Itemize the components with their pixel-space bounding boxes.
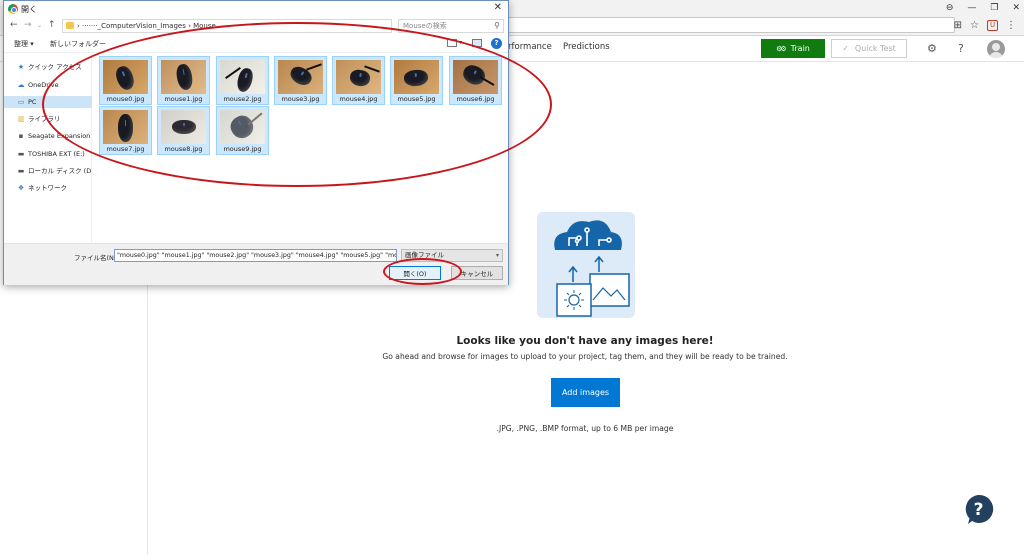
- preview-pane-icon[interactable]: [472, 39, 482, 47]
- nav-item-onedrive[interactable]: ☁ OneDrive: [4, 79, 92, 91]
- file-item[interactable]: mouse1.jpg: [157, 56, 210, 105]
- drive-icon: ▪: [18, 132, 24, 140]
- add-images-button[interactable]: Add images: [551, 378, 620, 407]
- settings-gear-icon[interactable]: ⚙: [927, 42, 937, 55]
- forward-arrow-icon[interactable]: →: [24, 20, 32, 30]
- quick-test-button[interactable]: ✓ Quick Test: [831, 39, 907, 58]
- nav-item-pc[interactable]: ▭ PC: [4, 96, 92, 108]
- nav-item-library[interactable]: ▥ ライブラリ: [4, 113, 92, 125]
- dialog-nav-pane: ★ クイック アクセス ☁ OneDrive ▭ PC ▥ ライブラリ ▪ Seagate…: [4, 53, 92, 243]
- drive-icon: ▬: [17, 150, 25, 158]
- dialog-title-bar: 開く ✕: [4, 1, 508, 17]
- file-item[interactable]: mouse3.jpg: [274, 56, 327, 105]
- network-icon: ❖: [17, 184, 25, 192]
- close-window-icon[interactable]: ✕: [1012, 3, 1020, 13]
- dialog-bottom-bar: ファイル名(N): "mouse0.jpg" "mouse1.jpg" "mou…: [4, 243, 508, 285]
- chrome-logo-icon: [8, 4, 18, 14]
- chevron-down-icon: ▾: [495, 252, 499, 259]
- monitor-icon: ▭: [17, 98, 25, 106]
- path-text: › ·······_ComputerVision_Images › Mouse: [77, 22, 216, 30]
- train-label: Train: [790, 44, 810, 53]
- cloud-icon: ☁: [17, 81, 25, 89]
- filename-input[interactable]: "mouse0.jpg" "mouse1.jpg" "mouse2.jpg" "…: [114, 249, 397, 262]
- menu-icon[interactable]: ⋮: [1006, 20, 1016, 31]
- up-arrow-icon[interactable]: ↑: [48, 20, 56, 30]
- file-item[interactable]: mouse8.jpg: [157, 106, 210, 155]
- svg-text:?: ?: [974, 500, 984, 520]
- dialog-title: 開く: [21, 5, 37, 14]
- format-note: .JPG, .PNG, .BMP format, up to 6 MB per …: [496, 424, 674, 433]
- new-folder-button[interactable]: 新しいフォルダー: [50, 39, 106, 49]
- extension-icon[interactable]: U: [987, 19, 998, 31]
- search-placeholder: Mouseの検索: [403, 22, 447, 30]
- avatar[interactable]: [987, 40, 1005, 58]
- tab-performance[interactable]: rformance: [508, 42, 552, 52]
- nav-item-network[interactable]: ❖ ネットワーク: [4, 182, 92, 194]
- nav-item-seagate[interactable]: ▪Seagate Expansion Drive: [4, 130, 92, 142]
- empty-images-illustration: [537, 212, 635, 318]
- window-controls: ⊖ — ❐ ✕: [946, 0, 1020, 15]
- view-dropdown-icon[interactable]: ▾: [459, 39, 462, 46]
- file-item[interactable]: mouse6.jpg: [449, 56, 502, 105]
- dialog-address-row: ← → ⌄ ↑ › ·······_ComputerVision_Images …: [4, 17, 508, 35]
- dialog-path-box[interactable]: › ·······_ComputerVision_Images › Mouse: [62, 19, 392, 33]
- dialog-help-icon[interactable]: ?: [491, 38, 502, 49]
- file-open-dialog: 開く ✕ ← → ⌄ ↑ › ·······_ComputerVision_Im…: [3, 0, 509, 285]
- tab-predictions[interactable]: Predictions: [563, 42, 610, 52]
- open-button[interactable]: 開く(O): [389, 266, 441, 280]
- account-icon[interactable]: ⊖: [946, 3, 954, 13]
- check-icon: ✓: [842, 44, 849, 53]
- organize-button[interactable]: 整理 ▾: [14, 39, 34, 49]
- view-mode-icon[interactable]: [447, 39, 457, 47]
- file-type-select[interactable]: 画像ファイル ▾: [401, 249, 503, 262]
- empty-state-title: Looks like you don't have any images her…: [456, 335, 714, 347]
- help-chat-icon[interactable]: ?: [963, 494, 994, 525]
- restore-icon[interactable]: ❐: [990, 3, 998, 13]
- file-item[interactable]: mouse9.jpg: [216, 106, 269, 155]
- cancel-button[interactable]: キャンセル: [451, 266, 503, 280]
- library-icon: ▥: [17, 115, 25, 123]
- filename-label: ファイル名(N):: [74, 254, 119, 262]
- train-button[interactable]: ⚙⚙ Train: [761, 39, 825, 58]
- minimize-icon[interactable]: —: [967, 3, 976, 13]
- address-bar[interactable]: [500, 17, 955, 33]
- star-icon: ★: [17, 63, 25, 71]
- dialog-search-input[interactable]: Mouseの検索 ⚲: [398, 19, 504, 33]
- file-item[interactable]: mouse5.jpg: [390, 56, 443, 105]
- dialog-toolbar: 整理 ▾ 新しいフォルダー ▾ ?: [4, 35, 508, 53]
- gears-icon: ⚙⚙: [776, 44, 786, 53]
- file-item[interactable]: mouse7.jpg: [99, 106, 152, 155]
- nav-item-local-disk[interactable]: ▬ ローカル ディスク (D:): [4, 165, 92, 177]
- file-item[interactable]: mouse4.jpg: [332, 56, 385, 105]
- quick-test-label: Quick Test: [854, 44, 896, 53]
- nav-item-quick-access[interactable]: ★ クイック アクセス: [4, 61, 92, 73]
- drive-icon: ▬: [17, 167, 25, 175]
- file-item[interactable]: mouse0.jpg: [99, 56, 152, 105]
- file-item[interactable]: mouse2.jpg: [216, 56, 269, 105]
- folder-icon: [66, 22, 74, 29]
- translate-icon[interactable]: ⊞: [954, 20, 962, 31]
- dialog-close-icon[interactable]: ✕: [494, 2, 502, 13]
- star-icon[interactable]: ☆: [970, 20, 979, 31]
- back-arrow-icon[interactable]: ←: [10, 20, 18, 30]
- nav-item-toshiba[interactable]: ▬ TOSHIBA EXT (E:): [4, 148, 92, 160]
- file-grid: mouse0.jpg mouse1.jpg mouse2.jpg mouse3.…: [93, 53, 508, 243]
- empty-state-description: Go ahead and browse for images to upload…: [382, 352, 788, 361]
- search-icon: ⚲: [494, 21, 500, 30]
- recent-chevron-icon[interactable]: ⌄: [37, 22, 42, 29]
- help-question-icon[interactable]: ?: [958, 42, 964, 55]
